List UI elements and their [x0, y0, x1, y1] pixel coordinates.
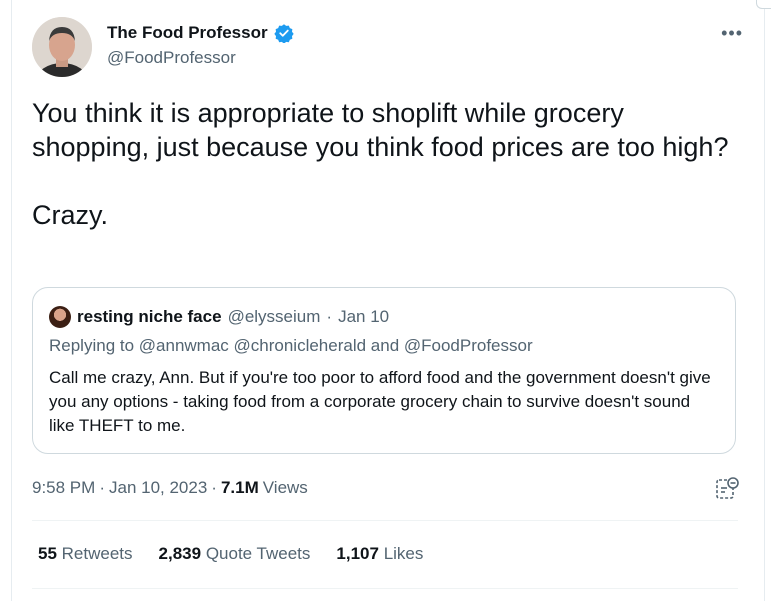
tweet-date[interactable]: Jan 10, 2023 — [109, 478, 207, 498]
tweet-body: You think it is appropriate to shoplift … — [32, 98, 729, 230]
quoted-separator: · — [326, 307, 333, 326]
tweet-meta: 9:58 PM · Jan 10, 2023 · 7.1M Views — [32, 478, 308, 498]
views-count: 7.1M — [220, 478, 259, 497]
quoted-date: Jan 10 — [338, 307, 390, 326]
likes-label: Likes — [383, 544, 424, 563]
quote-tweets-stat[interactable]: 2,839 Quote Tweets — [159, 544, 311, 564]
retweets-stat[interactable]: 55 Retweets — [38, 544, 133, 564]
author-handle[interactable]: @FoodProfessor — [107, 48, 236, 68]
author-avatar[interactable] — [32, 17, 92, 77]
quoted-author-avatar — [49, 306, 71, 328]
views-label: Views — [262, 478, 308, 497]
likes-stat[interactable]: 1,107 Likes — [336, 544, 423, 564]
quoted-tweet[interactable]: resting niche face @elysseium · Jan 10 R… — [32, 287, 736, 454]
quoted-tweet-text: Call me crazy, Ann. But if you're too po… — [49, 368, 711, 435]
meta-separator: · — [99, 478, 105, 497]
more-options-icon[interactable]: ••• — [721, 23, 743, 44]
window-corner — [756, 0, 771, 9]
quote-tweets-label: Quote Tweets — [205, 544, 311, 563]
tweet-header: The Food Professor @FoodProfessor ••• — [32, 17, 743, 77]
quoted-replying-to: Replying to @annwmac @chronicleherald an… — [49, 336, 533, 355]
quoted-tweet-header: resting niche face @elysseium · Jan 10 — [49, 306, 389, 328]
quoted-author-handle: @elysseium — [227, 307, 321, 326]
verified-badge-icon — [273, 23, 294, 44]
analytics-icon[interactable] — [714, 476, 740, 502]
engagement-stats: 55 Retweets 2,839 Quote Tweets 1,107 Lik… — [38, 544, 423, 564]
likes-count: 1,107 — [336, 544, 379, 563]
retweets-label: Retweets — [61, 544, 133, 563]
tweet-time[interactable]: 9:58 PM — [32, 478, 95, 498]
retweets-count: 55 — [38, 544, 57, 563]
meta-separator: · — [211, 478, 217, 497]
author-name-row: The Food Professor — [107, 23, 294, 44]
quote-tweets-count: 2,839 — [158, 544, 202, 563]
quoted-author-name: resting niche face — [77, 307, 222, 326]
divider — [32, 520, 738, 521]
author-name[interactable]: The Food Professor — [107, 23, 268, 43]
divider — [32, 588, 738, 589]
